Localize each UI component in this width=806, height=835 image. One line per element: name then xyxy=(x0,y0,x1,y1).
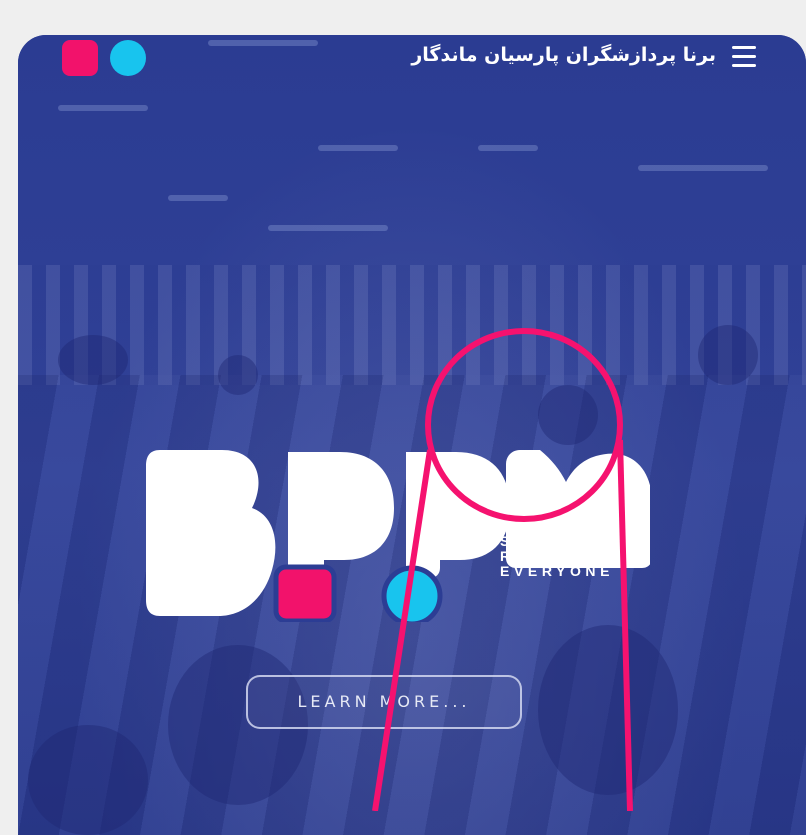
brand-tagline: SERVICES AND REVENUE FOR EVERYONE xyxy=(500,534,614,579)
pink-square-icon xyxy=(62,40,98,76)
hamburger-menu-icon[interactable] xyxy=(732,46,756,68)
learn-more-button[interactable]: LEARN MORE... xyxy=(246,675,522,729)
bpm-brand-logo: SERVICES AND REVENUE FOR EVERYONE xyxy=(140,412,650,622)
tagline-line-2: REVENUE FOR xyxy=(500,548,602,564)
tagline-line-1: SERVICES AND xyxy=(500,533,605,549)
site-title: برنا پردازشگران پارسیان ماندگار xyxy=(411,44,716,66)
bpm-mini-logo-icon[interactable] xyxy=(62,40,152,76)
tagline-line-3: EVERYONE xyxy=(500,563,615,579)
blue-dot-icon xyxy=(110,40,146,76)
